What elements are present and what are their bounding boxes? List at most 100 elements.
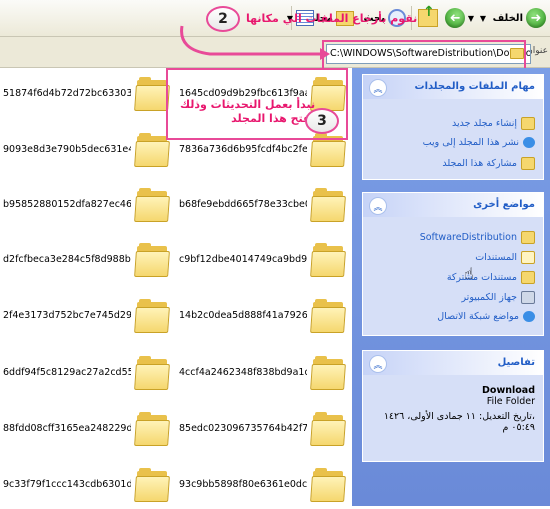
folder-name: 9c33f79f1ccc143cdb6301de7... bbox=[3, 479, 131, 490]
other-places-title: مواضع أخرى bbox=[473, 199, 535, 210]
step2-arrow bbox=[180, 25, 330, 60]
folder-icon bbox=[310, 298, 346, 333]
folder-item[interactable]: b68fe9ebdd665f78e33cbe020... bbox=[176, 185, 352, 229]
new-folder-icon bbox=[521, 117, 535, 130]
folder-item[interactable]: 9c33f79f1ccc143cdb6301de7... bbox=[0, 465, 176, 509]
folder-icon bbox=[134, 187, 170, 222]
folder-name: 4ccf4a2462348f838bd9a1d23... bbox=[179, 367, 307, 378]
folder-item[interactable]: 51874f6d4b72d72bc633036a... bbox=[0, 74, 176, 118]
details-name: Download bbox=[482, 385, 535, 396]
back-dropdown-button[interactable]: ▼ bbox=[480, 6, 486, 30]
folder-item[interactable]: 9093e8d3e790b5dec631e441... bbox=[0, 130, 176, 174]
folder-name: 93c9bb5898f80e6361e0dc6ea... bbox=[179, 479, 307, 490]
folder-icon bbox=[310, 467, 346, 502]
folder-icon bbox=[310, 187, 346, 222]
folder-item[interactable]: 85edc023096735764b42f7ffe2... bbox=[176, 409, 352, 453]
task-label: إنشاء مجلد جديد bbox=[451, 118, 517, 129]
network-icon bbox=[523, 311, 535, 322]
place-shared-documents[interactable]: مستندات مشتركة bbox=[447, 271, 535, 284]
file-tasks-panel: ︽ مهام الملفات والمجلدات إنشاء مجلد جديد… bbox=[362, 74, 544, 180]
forward-button[interactable]: ➜ ▼ bbox=[444, 6, 474, 30]
task-label: نشر هذا المجلد إلى ويب bbox=[422, 137, 519, 148]
folder-name: d2fcfbeca3e284c5f8d988b1c1... bbox=[3, 254, 131, 265]
folder-icon bbox=[310, 411, 346, 446]
place-my-computer[interactable]: جهاز الكمبيوتر bbox=[461, 291, 535, 304]
folder-item[interactable]: c9bf12dbe4014749ca9bd94c5... bbox=[176, 240, 352, 284]
hand-cursor-icon: ☝ bbox=[464, 264, 474, 283]
place-label: المستندات bbox=[475, 252, 517, 263]
chevron-down-icon: ▼ bbox=[479, 13, 486, 23]
task-publish-web[interactable]: نشر هذا المجلد إلى ويب bbox=[423, 137, 535, 148]
collapse-icon[interactable]: ︽ bbox=[369, 197, 387, 215]
folder-item[interactable]: 4ccf4a2462348f838bd9a1d23... bbox=[176, 353, 352, 397]
folder-icon bbox=[134, 76, 170, 111]
details-title: تفاصيل bbox=[497, 357, 535, 368]
share-icon bbox=[521, 157, 535, 170]
folder-item[interactable]: 88fdd08cff3165ea248229dabb... bbox=[0, 409, 176, 453]
folder-icon bbox=[134, 355, 170, 390]
up-folder-icon: ↑ bbox=[418, 4, 438, 27]
folder-name: 9093e8d3e790b5dec631e441... bbox=[3, 144, 131, 155]
address-highlight bbox=[322, 40, 526, 70]
folder-item[interactable]: 2f4e3173d752bc7e745d290c2... bbox=[0, 296, 176, 340]
file-tasks-header[interactable]: ︽ مهام الملفات والمجلدات bbox=[363, 75, 543, 99]
place-documents[interactable]: المستندات bbox=[475, 251, 535, 264]
back-arrow-icon: ➜ bbox=[526, 8, 546, 28]
details-type: File Folder bbox=[486, 396, 535, 407]
chevron-down-icon: ▼ bbox=[467, 13, 474, 23]
folder-name: 85edc023096735764b42f7ffe2... bbox=[179, 423, 307, 434]
shared-folder-icon bbox=[521, 271, 535, 284]
folder-item[interactable]: 93c9bb5898f80e6361e0dc6ea... bbox=[176, 465, 352, 509]
globe-icon bbox=[523, 137, 535, 148]
place-network[interactable]: مواضع شبكة الاتصال bbox=[437, 311, 535, 322]
file-tasks-title: مهام الملفات والمجلدات bbox=[414, 81, 535, 92]
collapse-icon[interactable]: ︽ bbox=[369, 79, 387, 97]
task-pane: ︽ مهام الملفات والمجلدات إنشاء مجلد جديد… bbox=[352, 68, 550, 506]
other-places-header[interactable]: ︽ مواضع أخرى bbox=[363, 193, 543, 217]
details-panel: ︽ تفاصيل Download File Folder تاريخ التع… bbox=[362, 350, 544, 462]
task-new-folder[interactable]: إنشاء مجلد جديد bbox=[452, 117, 535, 130]
folder-name: 51874f6d4b72d72bc633036a... bbox=[3, 88, 131, 99]
folder-item[interactable]: 14b2c0dea5d888f41a7926a8a... bbox=[176, 296, 352, 340]
details-body: Download File Folder تاريخ التعديل: ١١ ج… bbox=[384, 385, 535, 433]
place-label: جهاز الكمبيوتر bbox=[461, 292, 517, 303]
other-places-panel: ︽ مواضع أخرى SoftwareDistribution المستن… bbox=[362, 192, 544, 336]
folder-icon bbox=[310, 355, 346, 390]
collapse-icon[interactable]: ︽ bbox=[369, 355, 387, 373]
details-modified-time: ٠٥:٤٩ م bbox=[502, 422, 535, 433]
up-folder-button[interactable]: ↑ bbox=[418, 4, 438, 30]
step3-line1: نبدأ بعمل التحديثات وذلك bbox=[180, 98, 316, 111]
folder-item[interactable]: b95852880152dfa827ec46ae4... bbox=[0, 185, 176, 229]
folder-name: 14b2c0dea5d888f41a7926a8a... bbox=[179, 310, 307, 321]
folder-name: b68fe9ebdd665f78e33cbe020... bbox=[179, 199, 307, 210]
folder-icon bbox=[134, 298, 170, 333]
folder-item[interactable]: d2fcfbeca3e284c5f8d988b1c1... bbox=[0, 240, 176, 284]
back-button[interactable]: الخلف ➜ bbox=[493, 6, 546, 30]
folder-icon bbox=[134, 132, 170, 167]
place-label: مواضع شبكة الاتصال bbox=[437, 311, 519, 322]
back-label: الخلف bbox=[492, 12, 523, 24]
details-header[interactable]: ︽ تفاصيل bbox=[363, 351, 543, 375]
place-softwaredistribution[interactable]: SoftwareDistribution bbox=[420, 231, 535, 244]
details-modified: تاريخ التعديل: ١١ جمادى الأولى، ١٤٢٦، bbox=[383, 411, 535, 422]
place-label: SoftwareDistribution bbox=[419, 232, 517, 243]
folder-icon bbox=[134, 242, 170, 277]
folder-name: b95852880152dfa827ec46ae4... bbox=[3, 199, 131, 210]
documents-icon bbox=[521, 251, 535, 264]
folder-icon bbox=[134, 411, 170, 446]
task-share-folder[interactable]: مشاركة هذا المجلد bbox=[442, 157, 535, 170]
folder-icon bbox=[521, 231, 535, 244]
folder-name: 6ddf94f5c8129ac27a2cd55cfb... bbox=[3, 367, 131, 378]
folder-name: c9bf12dbe4014749ca9bd94c5... bbox=[179, 254, 307, 265]
forward-arrow-icon: ➜ bbox=[444, 8, 465, 28]
folder-icon bbox=[310, 242, 346, 277]
computer-icon bbox=[521, 291, 535, 304]
place-label: مستندات مشتركة bbox=[446, 272, 517, 283]
folder-name: 2f4e3173d752bc7e745d290c2... bbox=[3, 310, 131, 321]
step3-line2: بفتح هذا المجلد bbox=[231, 112, 316, 125]
folder-item[interactable]: 6ddf94f5c8129ac27a2cd55cfb... bbox=[0, 353, 176, 397]
task-label: مشاركة هذا المجلد bbox=[442, 158, 517, 169]
folder-name: 7836a736d6b95fcdf4bc2fe92... bbox=[179, 144, 307, 155]
folder-icon bbox=[134, 467, 170, 502]
folder-name: 88fdd08cff3165ea248229dabb... bbox=[3, 423, 131, 434]
